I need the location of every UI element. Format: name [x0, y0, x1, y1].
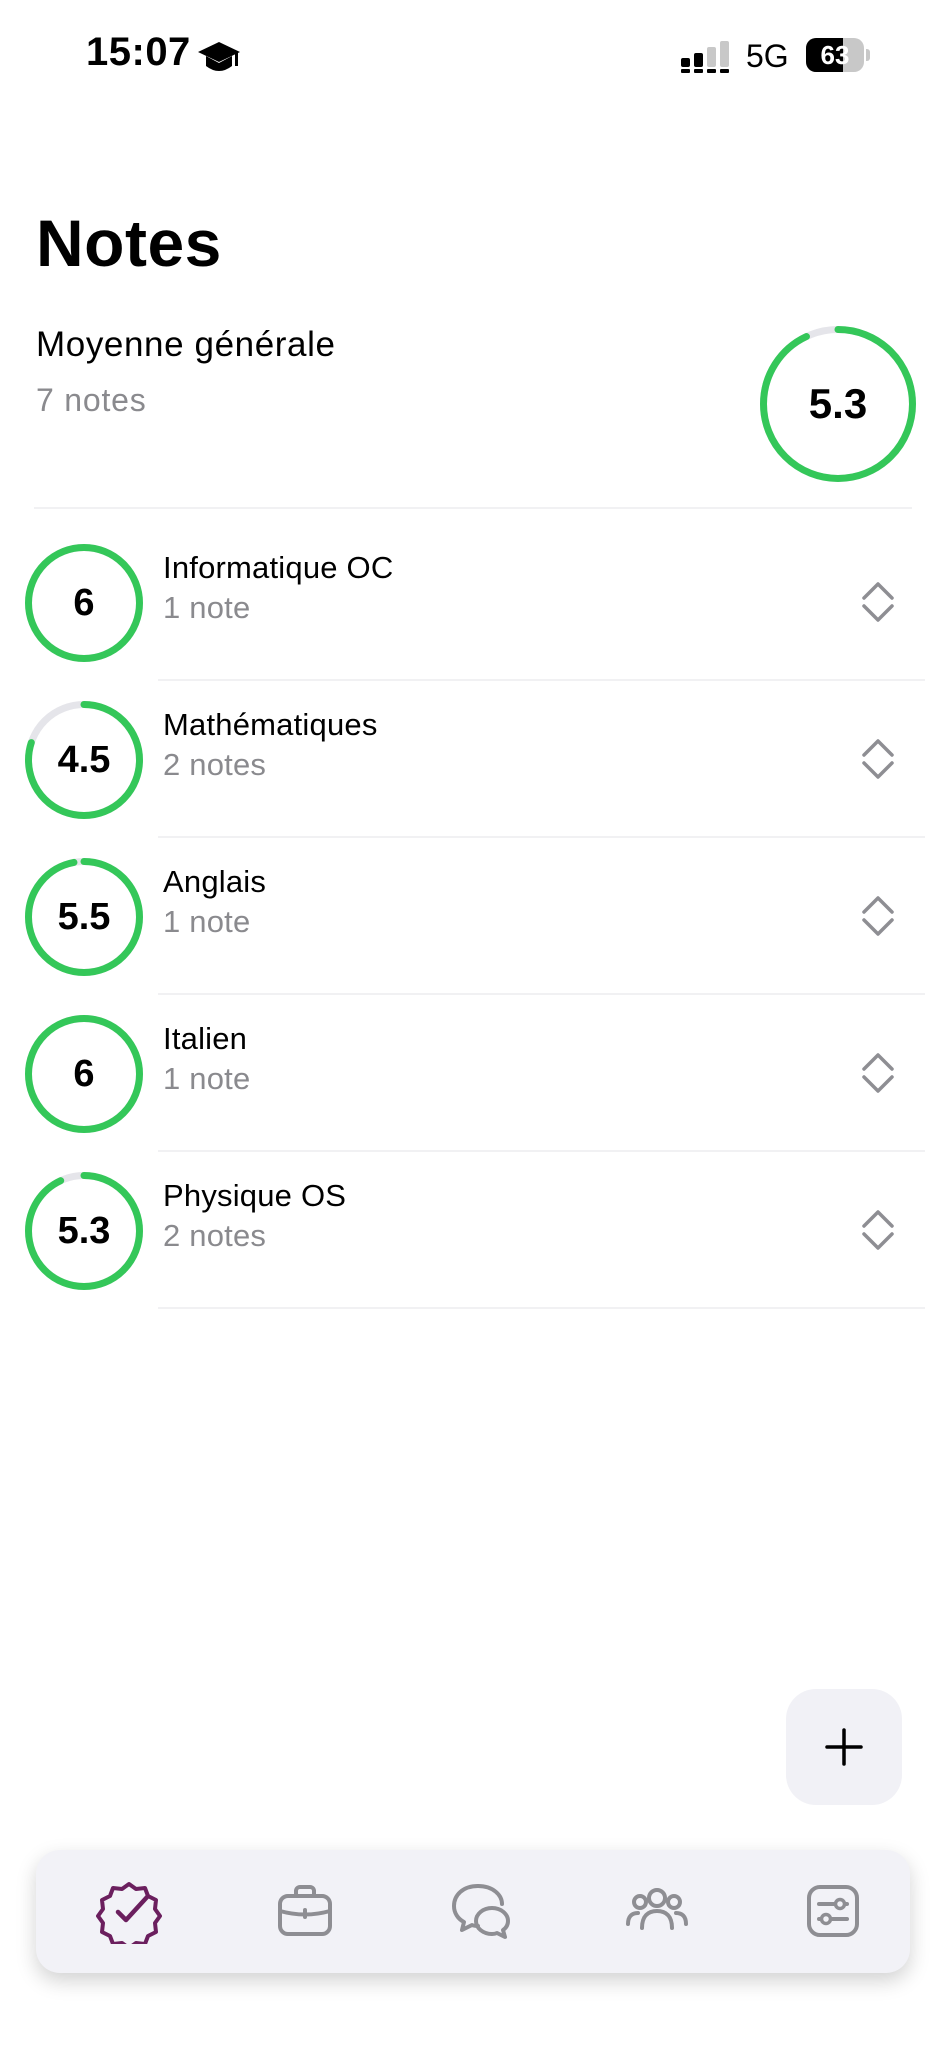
average-value[interactable]: 5.3 [760, 326, 916, 482]
subject-row[interactable]: 5.3 Physique OS 2 notes [0, 1150, 947, 1309]
chat-icon[interactable] [448, 1878, 514, 1944]
subject-grade: 6 [73, 1053, 95, 1095]
plus-icon [825, 1728, 863, 1766]
subject-name: Informatique OC [163, 550, 394, 585]
subject-name: Physique OS [163, 1178, 347, 1213]
subject-name: Anglais [163, 864, 267, 899]
subject-name: Mathématiques [163, 707, 378, 742]
subject-note-count: 1 note [163, 590, 251, 625]
subject-row[interactable]: 6 Informatique OC 1 note [0, 522, 947, 681]
add-grade-button[interactable] [786, 1689, 902, 1805]
badge-check-icon[interactable] [96, 1878, 162, 1944]
page-title: Notes [36, 206, 222, 280]
network-type: 5G [746, 38, 789, 74]
subject-name: Italien [163, 1021, 248, 1056]
subject-row[interactable]: 4.5 Mathématiques 2 notes [0, 679, 947, 838]
subject-grade: 5.3 [57, 1210, 111, 1252]
subject-note-count: 2 notes [163, 747, 267, 782]
average-label: Moyenne générale [36, 325, 336, 364]
subject-note-count: 2 notes [163, 1218, 267, 1253]
subject-grade: 5.5 [57, 896, 111, 938]
subject-row[interactable]: 6 Italien 1 note [0, 993, 947, 1152]
chevron-up-down-icon[interactable] [858, 1206, 898, 1254]
chevron-up-down-icon[interactable] [858, 578, 898, 626]
cellular-signal-icon [681, 41, 729, 73]
briefcase-icon[interactable] [272, 1878, 338, 1944]
subject-note-count: 1 note [163, 904, 251, 939]
header-divider [34, 507, 912, 509]
graduation-cap-icon [198, 42, 240, 71]
row-divider [158, 1307, 925, 1309]
chevron-up-down-icon[interactable] [858, 735, 898, 783]
subject-row[interactable]: 5.5 Anglais 1 note [0, 836, 947, 995]
average-count: 7 notes [36, 382, 147, 418]
status-time: 15:07 [86, 30, 191, 74]
subject-grade: 4.5 [57, 739, 111, 781]
subject-grade: 6 [73, 582, 95, 624]
chevron-up-down-icon[interactable] [858, 1049, 898, 1097]
battery-icon: 63 [806, 38, 870, 72]
chevron-up-down-icon[interactable] [858, 892, 898, 940]
subject-note-count: 1 note [163, 1061, 251, 1096]
sliders-icon[interactable] [800, 1878, 866, 1944]
people-icon[interactable] [624, 1878, 690, 1944]
battery-percent: 63 [820, 40, 850, 70]
tab-bar [36, 1850, 910, 1973]
